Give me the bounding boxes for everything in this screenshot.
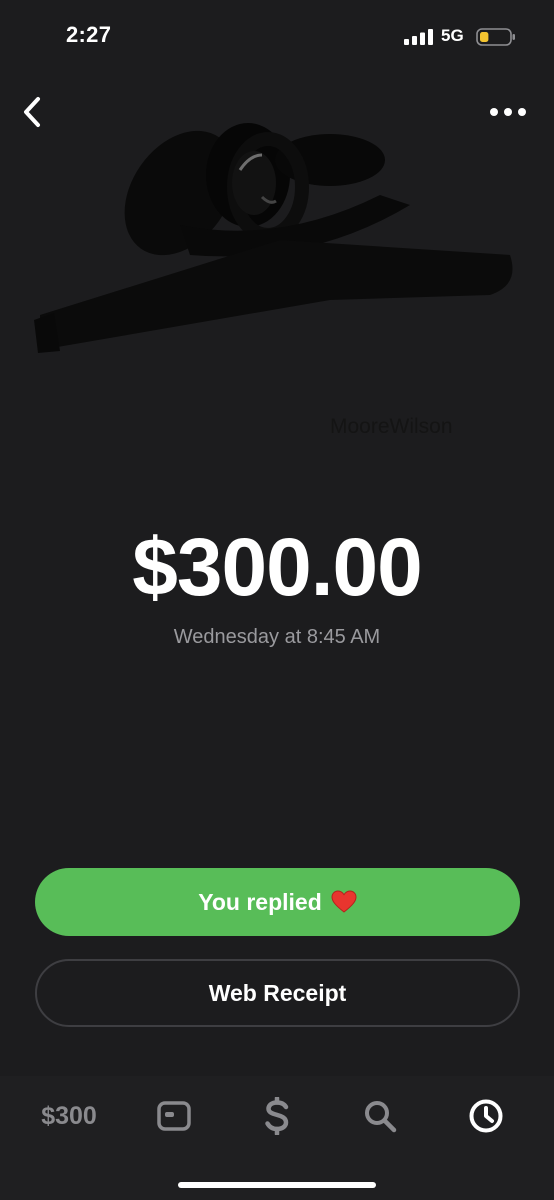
image-watermark: MooreWilson	[330, 415, 453, 438]
status-bar: 2:27 5G	[0, 0, 554, 70]
tab-search[interactable]	[350, 1076, 410, 1156]
web-receipt-label: Web Receipt	[208, 979, 347, 1006]
reply-label: You replied	[198, 888, 322, 915]
search-icon	[365, 1101, 397, 1133]
tab-balance[interactable]: $300	[24, 1076, 114, 1156]
signal-icon	[404, 29, 433, 45]
battery-icon	[476, 28, 515, 46]
home-indicator	[178, 1182, 376, 1188]
tab-pay[interactable]	[247, 1076, 307, 1156]
red-heart-icon	[331, 890, 357, 913]
dollar-icon	[265, 1097, 289, 1135]
tab-card[interactable]	[144, 1076, 204, 1156]
payment-amount: $300.00	[132, 522, 422, 613]
card-icon	[157, 1101, 191, 1131]
payment-date: Wednesday at 8:45 AM	[173, 626, 381, 648]
strap-image	[34, 123, 513, 353]
network-type: 5G	[441, 26, 464, 45]
web-receipt-button[interactable]: Web Receipt	[35, 959, 520, 1027]
status-time: 2:27	[66, 22, 112, 47]
profile-photo: MooreWilson	[30, 115, 530, 438]
clock-icon	[469, 1099, 503, 1133]
reply-button[interactable]: You replied	[35, 868, 520, 936]
tab-activity[interactable]	[456, 1076, 516, 1156]
